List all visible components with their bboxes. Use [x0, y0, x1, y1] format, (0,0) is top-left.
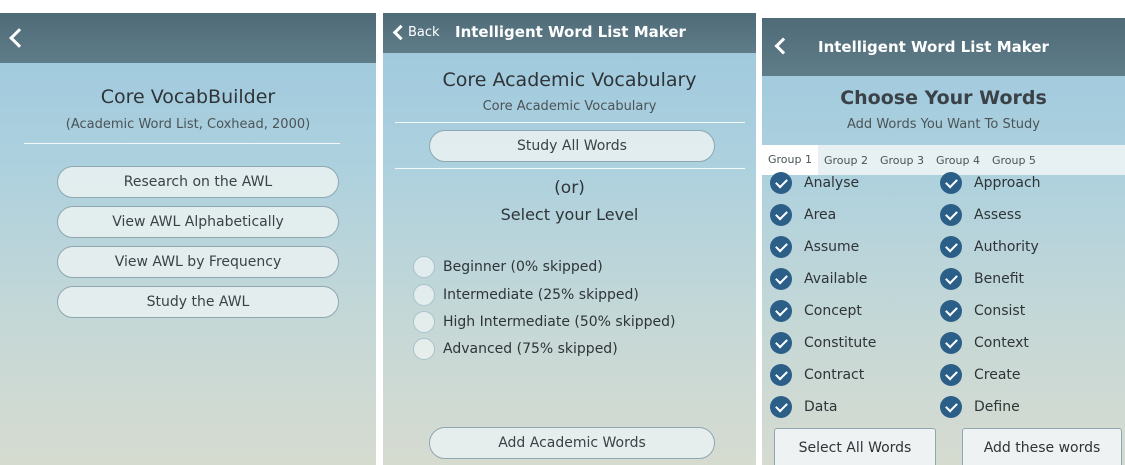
study-awl-button[interactable]: Study the AWL — [57, 286, 339, 318]
back-link[interactable]: Back — [408, 25, 440, 40]
radio-icon[interactable] — [413, 311, 435, 333]
add-these-words-button[interactable]: Add these words — [962, 428, 1122, 465]
tab-group-2[interactable]: Group 2 — [818, 154, 874, 167]
view-awl-frequency-button[interactable]: View AWL by Frequency — [57, 246, 339, 278]
checkmark-icon — [770, 172, 792, 194]
level-label: Beginner (0% skipped) — [443, 259, 603, 275]
checkmark-icon — [940, 396, 962, 418]
checkmark-icon — [770, 332, 792, 354]
checkmark-icon — [940, 332, 962, 354]
tab-group-4[interactable]: Group 4 — [930, 154, 986, 167]
word-item[interactable]: Constitute — [770, 332, 876, 354]
choose-words-screen: Intelligent Word List Maker Choose Your … — [762, 18, 1125, 465]
divider — [395, 122, 745, 123]
checkmark-icon — [770, 236, 792, 258]
add-academic-words-button[interactable]: Add Academic Words — [429, 427, 715, 459]
tab-group-1[interactable]: Group 1 — [762, 145, 818, 175]
level-option-beginner[interactable]: Beginner (0% skipped) — [413, 256, 603, 278]
word-item[interactable]: Assume — [770, 236, 859, 258]
tab-group-3[interactable]: Group 3 — [874, 154, 930, 167]
vocabbuilder-screen: Core VocabBuilder (Academic Word List, C… — [0, 13, 376, 465]
divider — [395, 168, 745, 169]
level-option-high-intermediate[interactable]: High Intermediate (50% skipped) — [413, 311, 675, 333]
level-option-intermediate[interactable]: Intermediate (25% skipped) — [413, 284, 639, 306]
checkmark-icon — [940, 364, 962, 386]
back-chevron-icon[interactable] — [9, 28, 29, 48]
nav-bar: Back Intelligent Word List Maker — [383, 13, 756, 53]
word-item[interactable]: Authority — [940, 236, 1039, 258]
view-awl-alphabetically-button[interactable]: View AWL Alphabetically — [57, 206, 339, 238]
checkmark-icon — [770, 268, 792, 290]
checkmark-icon — [770, 396, 792, 418]
word-item[interactable]: Benefit — [940, 268, 1024, 290]
word-item[interactable]: Approach — [940, 172, 1041, 194]
page-title: Core VocabBuilder — [100, 86, 276, 108]
level-option-advanced[interactable]: Advanced (75% skipped) — [413, 338, 618, 360]
nav-title: Intelligent Word List Maker — [455, 23, 686, 41]
checkmark-icon — [940, 236, 962, 258]
radio-icon[interactable] — [413, 338, 435, 360]
radio-icon[interactable] — [413, 256, 435, 278]
checkmark-icon — [940, 268, 962, 290]
word-item[interactable]: Assess — [940, 204, 1021, 226]
group-tabs: Group 1 Group 2 Group 3 Group 4 Group 5 — [762, 145, 1125, 175]
word-item[interactable]: Data — [770, 396, 837, 418]
checkmark-icon — [770, 364, 792, 386]
nav-bar — [0, 13, 376, 63]
academic-vocab-screen: Back Intelligent Word List Maker Core Ac… — [383, 13, 756, 465]
research-awl-button[interactable]: Research on the AWL — [57, 166, 339, 198]
word-item[interactable]: Context — [940, 332, 1029, 354]
study-all-words-button[interactable]: Study All Words — [429, 130, 715, 162]
or-label: (or) — [554, 178, 585, 198]
divider — [24, 143, 340, 144]
level-label: Advanced (75% skipped) — [443, 341, 618, 357]
word-item[interactable]: Analyse — [770, 172, 859, 194]
page-title: Choose Your Words — [840, 87, 1047, 109]
level-label: High Intermediate (50% skipped) — [443, 314, 676, 330]
radio-icon[interactable] — [413, 284, 435, 306]
page-title: Core Academic Vocabulary — [442, 69, 697, 91]
word-item[interactable]: Available — [770, 268, 867, 290]
checkmark-icon — [940, 300, 962, 322]
checkmark-icon — [940, 172, 962, 194]
checkmark-icon — [770, 204, 792, 226]
nav-title: Intelligent Word List Maker — [818, 38, 1049, 56]
word-item[interactable]: Concept — [770, 300, 862, 322]
word-item[interactable]: Area — [770, 204, 836, 226]
back-chevron-icon[interactable] — [392, 24, 409, 41]
word-item[interactable]: Create — [940, 364, 1021, 386]
tab-group-5[interactable]: Group 5 — [986, 154, 1042, 167]
word-item[interactable]: Define — [940, 396, 1020, 418]
checkmark-icon — [770, 300, 792, 322]
page-subtitle: Add Words You Want To Study — [847, 117, 1040, 132]
select-all-words-button[interactable]: Select All Words — [774, 428, 936, 465]
checkmark-icon — [940, 204, 962, 226]
page-subtitle: Core Academic Vocabulary — [482, 99, 657, 114]
nav-bar: Intelligent Word List Maker — [762, 18, 1125, 76]
level-heading: Select your Level — [500, 205, 639, 224]
word-item[interactable]: Contract — [770, 364, 864, 386]
word-item[interactable]: Consist — [940, 300, 1025, 322]
back-chevron-icon[interactable] — [774, 37, 792, 55]
page-subtitle: (Academic Word List, Coxhead, 2000) — [65, 117, 311, 132]
level-label: Intermediate (25% skipped) — [443, 287, 639, 303]
